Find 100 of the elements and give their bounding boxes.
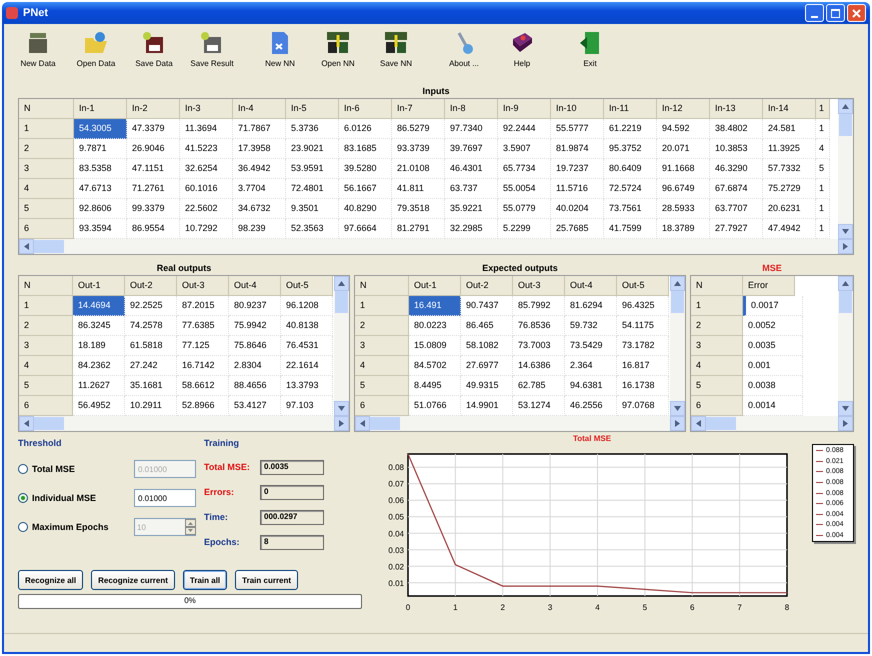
push-button[interactable]: Train all [182, 570, 228, 590]
column-header[interactable]: Error [743, 276, 795, 296]
vertical-scrollbar[interactable] [334, 276, 349, 416]
row-header[interactable]: 5 [691, 376, 743, 396]
row-header[interactable]: 6 [691, 396, 743, 416]
scroll-thumb[interactable] [34, 417, 64, 430]
column-header[interactable]: In-13 [710, 99, 763, 119]
row-header[interactable]: 6 [19, 396, 73, 416]
radio-button[interactable] [18, 493, 28, 503]
row-header[interactable]: 5 [355, 376, 409, 396]
scroll-thumb[interactable] [671, 291, 684, 313]
scroll-thumb[interactable] [706, 417, 736, 430]
column-header[interactable]: Out-1 [409, 276, 461, 296]
column-header[interactable]: Out-5 [281, 276, 333, 296]
column-header[interactable]: In-8 [445, 99, 498, 119]
right-arrow-icon[interactable] [675, 420, 680, 427]
column-header[interactable]: In-12 [657, 99, 710, 119]
toolbar-button[interactable]: Save Data [126, 28, 182, 78]
horizontal-scrollbar[interactable] [355, 416, 685, 431]
column-header[interactable]: 1 [816, 99, 830, 119]
toolbar-button[interactable]: Save Result [184, 28, 240, 78]
close-button[interactable] [847, 4, 866, 22]
right-arrow-icon[interactable] [339, 420, 344, 427]
row-header[interactable]: 4 [19, 356, 73, 376]
vertical-scrollbar[interactable] [838, 99, 853, 239]
column-header[interactable]: In-9 [498, 99, 551, 119]
scroll-thumb[interactable] [335, 291, 348, 313]
column-header[interactable]: In-10 [551, 99, 604, 119]
column-header[interactable]: In-1 [74, 99, 127, 119]
row-header[interactable]: 2 [19, 316, 73, 336]
column-header[interactable]: N [355, 276, 409, 296]
horizontal-scrollbar[interactable] [691, 416, 853, 431]
down-arrow-icon[interactable] [338, 406, 345, 411]
row-header[interactable]: 1 [691, 296, 743, 316]
column-header[interactable]: In-11 [604, 99, 657, 119]
push-button[interactable]: Train current [235, 570, 298, 590]
row-header[interactable]: 1 [355, 296, 409, 316]
toolbar-button[interactable]: Open NN [310, 28, 366, 78]
column-header[interactable]: In-2 [127, 99, 180, 119]
up-arrow-icon[interactable] [674, 281, 681, 286]
row-header[interactable]: 2 [19, 139, 74, 159]
horizontal-scrollbar[interactable] [19, 239, 853, 254]
down-arrow-icon[interactable] [842, 406, 849, 411]
column-header[interactable]: Out-4 [229, 276, 281, 296]
right-arrow-icon[interactable] [843, 243, 848, 250]
column-header[interactable]: In-6 [339, 99, 392, 119]
down-arrow-icon[interactable] [842, 229, 849, 234]
row-header[interactable]: 4 [355, 356, 409, 376]
up-arrow-icon[interactable] [842, 104, 849, 109]
row-header[interactable]: 3 [355, 336, 409, 356]
up-arrow-icon[interactable] [842, 281, 849, 286]
toolbar-button[interactable]: New NN [252, 28, 308, 78]
toolbar-button[interactable]: Help [494, 28, 550, 78]
scroll-thumb[interactable] [839, 291, 852, 313]
row-header[interactable]: 2 [355, 316, 409, 336]
row-header[interactable]: 3 [691, 336, 743, 356]
column-header[interactable]: Out-5 [617, 276, 669, 296]
down-arrow-icon[interactable] [674, 406, 681, 411]
toolbar-button[interactable]: About ... [436, 28, 492, 78]
toolbar-button[interactable]: Open Data [68, 28, 124, 78]
row-header[interactable]: 5 [19, 376, 73, 396]
scroll-thumb[interactable] [34, 240, 64, 253]
input-field[interactable]: 0.01000 [134, 489, 196, 507]
row-header[interactable]: 4 [691, 356, 743, 376]
row-header[interactable]: 3 [19, 336, 73, 356]
horizontal-scrollbar[interactable] [19, 416, 349, 431]
column-header[interactable]: N [19, 276, 73, 296]
column-header[interactable]: Out-3 [513, 276, 565, 296]
scroll-thumb[interactable] [839, 114, 852, 136]
row-header[interactable]: 1 [19, 296, 73, 316]
toolbar-button[interactable]: Save NN [368, 28, 424, 78]
left-arrow-icon[interactable] [696, 420, 701, 427]
column-header[interactable]: In-3 [180, 99, 233, 119]
vertical-scrollbar[interactable] [670, 276, 685, 416]
column-header[interactable]: N [19, 99, 74, 119]
column-header[interactable]: Out-4 [565, 276, 617, 296]
column-header[interactable]: Out-2 [125, 276, 177, 296]
right-arrow-icon[interactable] [843, 420, 848, 427]
column-header[interactable]: In-4 [233, 99, 286, 119]
left-arrow-icon[interactable] [24, 420, 29, 427]
toolbar-button[interactable]: Exit [562, 28, 618, 78]
column-header[interactable]: In-14 [763, 99, 816, 119]
column-header[interactable]: Out-1 [73, 276, 125, 296]
column-header[interactable]: N [691, 276, 743, 296]
row-header[interactable]: 2 [691, 316, 743, 336]
minimize-button[interactable] [805, 4, 824, 22]
column-header[interactable]: In-7 [392, 99, 445, 119]
column-header[interactable]: In-5 [286, 99, 339, 119]
push-button[interactable]: Recognize all [18, 570, 84, 590]
row-header[interactable]: 6 [19, 219, 74, 239]
column-header[interactable]: Out-3 [177, 276, 229, 296]
row-header[interactable]: 6 [355, 396, 409, 416]
column-header[interactable]: Out-2 [461, 276, 513, 296]
toolbar-button[interactable]: New Data [10, 28, 66, 78]
left-arrow-icon[interactable] [360, 420, 365, 427]
row-header[interactable]: 5 [19, 199, 74, 219]
row-header[interactable]: 1 [19, 119, 74, 139]
left-arrow-icon[interactable] [24, 243, 29, 250]
up-arrow-icon[interactable] [338, 281, 345, 286]
push-button[interactable]: Recognize current [91, 570, 175, 590]
